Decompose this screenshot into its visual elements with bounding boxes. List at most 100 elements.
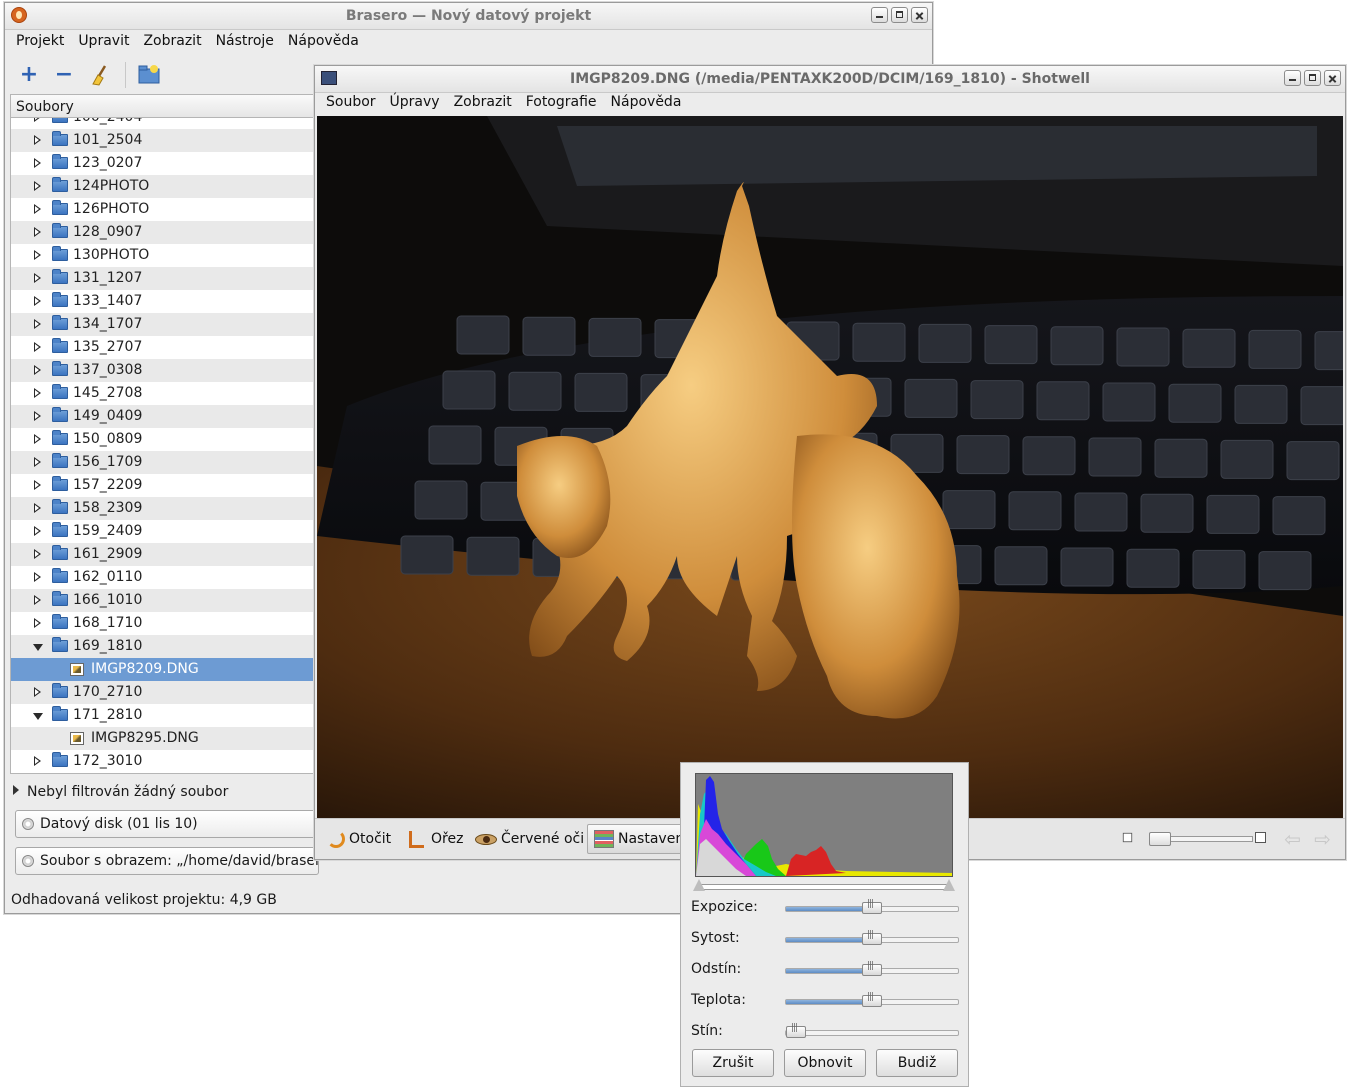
expander-closed-icon[interactable] [33,612,43,635]
tree-folder-row[interactable]: 161_2909 [11,543,315,566]
brasero-titlebar[interactable]: Brasero — Nový datový projekt [5,3,932,30]
tree-folder-row[interactable]: 128_0907 [11,221,315,244]
saturation-slider[interactable]: Sytost: [691,930,961,950]
exposure-slider[interactable]: Expozice: [691,899,961,919]
expander-closed-icon[interactable] [33,681,43,704]
expander-closed-icon[interactable] [33,497,43,520]
expander-closed-icon[interactable] [33,750,43,773]
temperature-slider[interactable]: Teplota: [691,992,961,1012]
expander-closed-icon[interactable] [33,221,43,244]
tree-folder-row[interactable]: 131_1207 [11,267,315,290]
minimize-button[interactable] [1284,70,1301,86]
redeye-button[interactable]: Červené oči [475,827,584,851]
tree-folder-row[interactable]: 123_0207 [11,152,315,175]
tree-folder-row[interactable]: 135_2707 [11,336,315,359]
tree-folder-row[interactable]: 171_2810 [11,704,315,727]
expander-closed-icon[interactable] [33,244,43,267]
file-tree[interactable]: 100_2404 101_2504 123_0207 124PHOTO 126PHOTO… [10,118,316,774]
tree-folder-row[interactable]: 170_2710 [11,681,315,704]
tree-folder-row[interactable]: 101_2504 [11,129,315,152]
expander-closed-icon[interactable] [33,152,43,175]
expander-closed-icon[interactable] [33,336,43,359]
cancel-button[interactable]: Zrušit [692,1049,774,1077]
tint-trough[interactable] [785,961,959,976]
saturation-trough[interactable] [785,930,959,945]
tint-knob[interactable] [862,961,882,976]
expander-closed-icon[interactable] [33,175,43,198]
menu-nastroje[interactable]: Nástroje [209,33,281,49]
tree-folder-row[interactable]: 149_0409 [11,405,315,428]
maximize-button[interactable] [1304,70,1321,86]
tree-folder-row[interactable]: 159_2409 [11,520,315,543]
tree-folder-row[interactable]: 133_1407 [11,290,315,313]
exposure-trough[interactable] [785,899,959,914]
expander-open-icon[interactable] [33,704,43,727]
zoom-in-icon[interactable] [1255,832,1266,843]
ok-button[interactable]: Budiž [876,1049,958,1077]
menu-napoveda[interactable]: Nápověda [281,33,366,49]
tree-folder-row[interactable]: 124PHOTO [11,175,315,198]
tree-folder-row[interactable]: 156_1709 [11,451,315,474]
saturation-knob[interactable] [862,930,882,945]
photo-viewer[interactable] [317,116,1343,818]
expander-closed-icon[interactable] [33,520,43,543]
exposure-knob[interactable] [862,899,882,914]
expander-closed-icon[interactable] [33,198,43,221]
tree-folder-row[interactable]: 100_2404 [11,118,315,129]
clean-icon[interactable] [89,64,111,86]
zoom-out-icon[interactable] [1122,832,1133,843]
menu-napoveda[interactable]: Nápověda [604,94,689,110]
zoom-slider[interactable] [1149,832,1253,846]
expander-closed-icon[interactable] [33,474,43,497]
expander-closed-icon[interactable] [33,359,43,382]
histogram-black-point-handle[interactable] [693,879,705,891]
expander-closed-icon[interactable] [33,543,43,566]
expander-closed-icon[interactable] [33,405,43,428]
reset-button[interactable]: Obnovit [784,1049,866,1077]
rotate-button[interactable]: Otočit [327,827,391,851]
tree-folder-row[interactable]: 166_1010 [11,589,315,612]
menu-upravy[interactable]: Úpravy [383,94,447,110]
expander-open-icon[interactable] [33,635,43,658]
menu-zobrazit[interactable]: Zobrazit [447,94,519,110]
temperature-trough[interactable] [785,992,959,1007]
tree-file-row[interactable]: IMGP8295.DNG [11,727,315,750]
tint-slider[interactable]: Odstín: [691,961,961,981]
menu-zobrazit[interactable]: Zobrazit [136,33,208,49]
histogram-range[interactable] [693,879,955,891]
close-button[interactable] [911,7,928,23]
next-photo-icon[interactable]: ⇨ [1314,827,1331,851]
shadows-knob[interactable] [786,1023,806,1038]
menu-projekt[interactable]: Projekt [9,33,71,49]
expander-closed-icon[interactable] [33,451,43,474]
tree-folder-row[interactable]: 168_1710 [11,612,315,635]
tree-folder-row[interactable]: 126PHOTO [11,198,315,221]
menu-fotografie[interactable]: Fotografie [519,94,604,110]
minimize-button[interactable] [871,7,888,23]
tree-folder-row[interactable]: 169_1810 [11,635,315,658]
shotwell-titlebar[interactable]: IMGP8209.DNG (/media/PENTAXK200D/DCIM/16… [315,66,1345,93]
expander-closed-icon[interactable] [33,129,43,152]
image-file-select[interactable]: Soubor s obrazem: „/home/david/brasero.i… [15,847,319,875]
tree-file-row[interactable]: IMGP8209.DNG [11,658,315,681]
disc-select[interactable]: Datový disk (01 lis 10) [15,810,319,838]
expander-closed-icon[interactable] [33,313,43,336]
previous-photo-icon[interactable]: ⇦ [1284,827,1301,851]
shadows-slider[interactable]: Stín: [691,1023,961,1043]
temperature-knob[interactable] [862,992,882,1007]
new-folder-icon[interactable] [138,64,160,86]
menu-soubor[interactable]: Soubor [319,94,383,110]
expander-closed-icon[interactable] [33,267,43,290]
expander-closed-icon[interactable] [33,382,43,405]
expander-closed-icon[interactable] [33,428,43,451]
tree-folder-row[interactable]: 158_2309 [11,497,315,520]
shadows-trough[interactable] [785,1023,959,1038]
tree-folder-row[interactable]: 137_0308 [11,359,315,382]
add-icon[interactable]: + [18,64,40,86]
histogram-white-point-handle[interactable] [943,879,955,891]
expander-closed-icon[interactable] [33,589,43,612]
tree-folder-row[interactable]: 172_3010 [11,750,315,773]
files-column-header[interactable]: Soubory [10,94,316,118]
tree-folder-row[interactable]: 150_0809 [11,428,315,451]
adjust-button[interactable]: Nastavení [587,824,688,854]
